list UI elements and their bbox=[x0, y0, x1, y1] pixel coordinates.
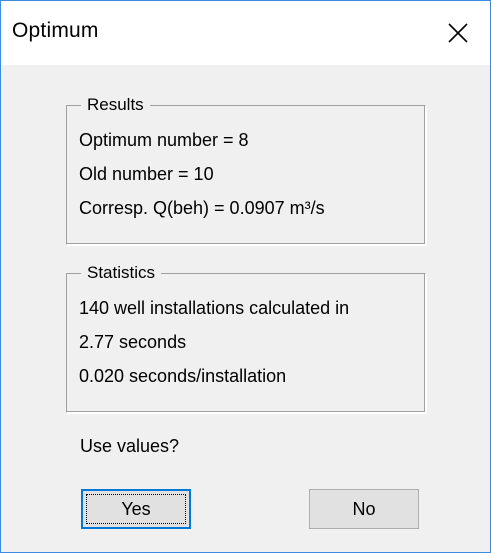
time-per-installation-text: 0.020 seconds/installation bbox=[79, 366, 287, 386]
window-title: Optimum bbox=[12, 19, 99, 42]
optimum-number-text: Optimum number = 8 bbox=[79, 130, 249, 150]
statistics-legend: Statistics bbox=[81, 262, 162, 284]
elapsed-time-text: 2.77 seconds bbox=[79, 332, 187, 352]
close-icon bbox=[448, 23, 468, 43]
installations-count-text: 140 well installations calculated in bbox=[79, 298, 350, 318]
optimum-dialog: Optimum Results Optimum number = 8 Old n… bbox=[0, 0, 491, 553]
title-bar[interactable]: Optimum bbox=[1, 1, 490, 65]
use-values-prompt: Use values? bbox=[80, 436, 180, 456]
results-group: Results Optimum number = 8 Old number = … bbox=[66, 94, 426, 245]
focus-indicator bbox=[86, 494, 186, 524]
yes-button[interactable]: Yes bbox=[81, 489, 191, 529]
close-button[interactable] bbox=[426, 1, 490, 65]
old-number-text: Old number = 10 bbox=[79, 164, 214, 184]
no-button-label: No bbox=[352, 498, 376, 519]
corresp-q-text: Corresp. Q(beh) = 0.0907 m³/s bbox=[79, 198, 325, 218]
no-button[interactable]: No bbox=[309, 489, 419, 529]
results-legend: Results bbox=[81, 94, 150, 116]
statistics-group: Statistics 140 well installations calcul… bbox=[66, 262, 426, 413]
dialog-body: Results Optimum number = 8 Old number = … bbox=[1, 65, 490, 552]
